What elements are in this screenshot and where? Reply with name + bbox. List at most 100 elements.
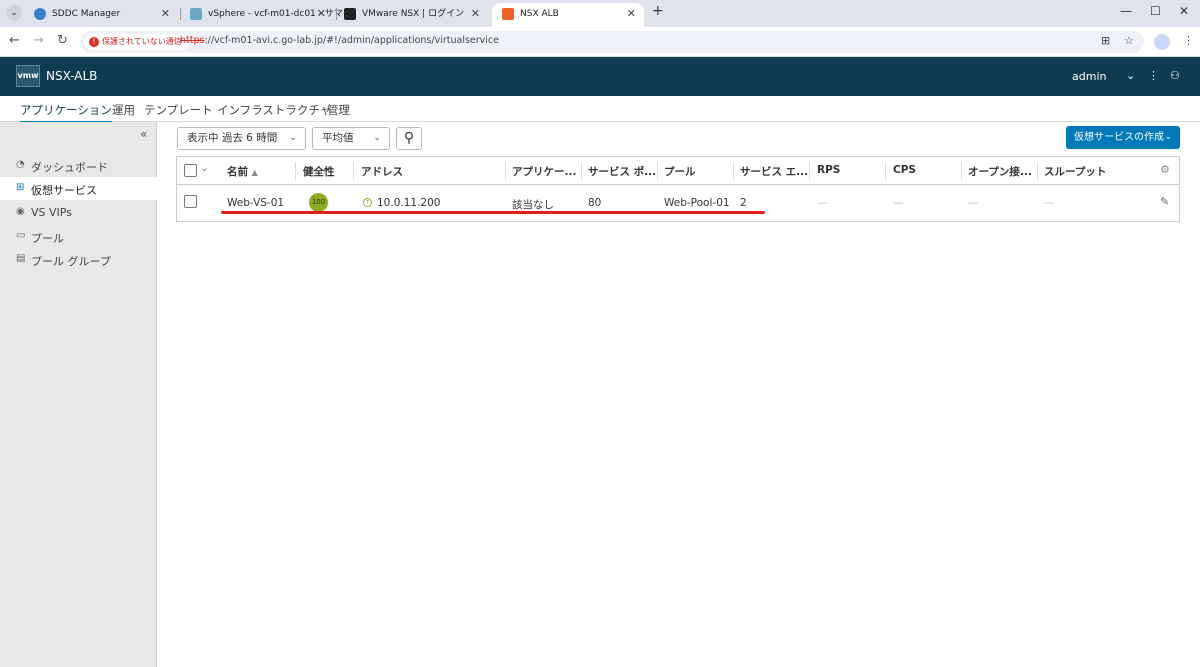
- nav-operations[interactable]: 運用: [112, 102, 135, 118]
- minimize-icon[interactable]: —: [1120, 4, 1132, 18]
- url-scheme: https: [180, 35, 205, 46]
- tab-search-chevron-icon[interactable]: ⌄: [6, 5, 22, 21]
- vsphere-favicon-icon: [190, 8, 202, 20]
- metric-mode-value: 平均値: [322, 132, 354, 144]
- sidebar-item-pool-groups[interactable]: ▤ プール グループ: [0, 248, 157, 271]
- vip-address[interactable]: 10.0.11.200: [377, 197, 440, 209]
- close-icon[interactable]: ✕: [471, 3, 480, 25]
- close-icon[interactable]: ✕: [161, 3, 170, 25]
- table-header: ⌄ 名前 ▲ 健全性 アドレス アプリケー... サービス ポ... プール サ…: [177, 157, 1179, 185]
- column-header-address[interactable]: アドレス: [361, 164, 403, 179]
- column-divider[interactable]: [505, 162, 506, 180]
- app-title: NSX-ALB: [46, 69, 98, 83]
- close-icon[interactable]: ✕: [317, 3, 326, 25]
- nav-administration[interactable]: 管理: [327, 102, 350, 118]
- column-divider[interactable]: [353, 162, 354, 180]
- nav-infrastructure[interactable]: インフラストラクチャ: [217, 102, 331, 118]
- column-divider[interactable]: [809, 162, 810, 180]
- column-divider[interactable]: [1037, 162, 1038, 180]
- service-engine-count: 2: [740, 197, 747, 209]
- health-score-badge[interactable]: 100: [309, 193, 328, 212]
- forward-arrow-icon[interactable]: →: [33, 33, 44, 48]
- window-close-icon[interactable]: ✕: [1179, 4, 1189, 18]
- user-name[interactable]: admin: [1072, 70, 1106, 83]
- nsx-favicon-icon: [344, 8, 356, 20]
- sidebar-item-label: プール グループ: [31, 255, 111, 268]
- chevron-down-icon: ⌄: [1164, 132, 1172, 142]
- back-arrow-icon[interactable]: ←: [9, 33, 20, 48]
- user-icon[interactable]: ⚇: [1170, 69, 1180, 82]
- sidebar-item-virtual-services[interactable]: ⊞ 仮想サービス: [0, 177, 157, 200]
- grid-icon: ⊞: [16, 182, 25, 193]
- row-select-checkbox[interactable]: [184, 195, 197, 208]
- collapse-sidebar-icon[interactable]: «: [140, 127, 147, 141]
- chevron-down-icon[interactable]: ⌄: [1126, 69, 1135, 82]
- url-text[interactable]: https://vcf-m01-avi.c.go-lab.jp/#!/admin…: [180, 35, 499, 46]
- tab-title: VMware NSX | ログイン: [362, 9, 465, 19]
- column-header-pool[interactable]: プール: [664, 164, 696, 179]
- column-header-rps[interactable]: RPS: [817, 164, 840, 176]
- column-divider[interactable]: [733, 162, 734, 180]
- nav-applications[interactable]: アプリケーション: [20, 102, 112, 123]
- drive-icon: ▭: [16, 230, 26, 241]
- sidebar-item-pools[interactable]: ▭ プール: [0, 225, 157, 248]
- tab-title: SDDC Manager: [52, 9, 121, 19]
- browser-tab-nsx[interactable]: VMware NSX | ログイン ✕: [334, 3, 488, 27]
- profile-avatar-icon[interactable]: [1154, 34, 1170, 50]
- column-header-service-port[interactable]: サービス ポ...: [588, 164, 656, 179]
- close-icon[interactable]: ✕: [627, 3, 636, 25]
- browser-tab-sddc[interactable]: SDDC Manager ✕: [24, 3, 178, 27]
- reload-icon[interactable]: ↻: [57, 33, 68, 48]
- open-connections-value: —: [968, 197, 979, 209]
- column-settings-gear-icon[interactable]: ⚙: [1160, 163, 1170, 176]
- vs-name-link[interactable]: Web-VS-01: [227, 197, 284, 209]
- address-bar[interactable]: ! 保護されていない通信 https://vcf-m01-avi.c.go-la…: [80, 31, 1144, 53]
- sidebar-item-vs-vips[interactable]: ◉ VS VIPs: [0, 201, 157, 224]
- security-chip[interactable]: ! 保護されていない通信: [84, 34, 190, 50]
- search-button[interactable]: ⚲: [396, 127, 422, 150]
- column-header-throughput[interactable]: スループット: [1044, 164, 1106, 179]
- rps-value: —: [817, 197, 828, 209]
- security-label: 保護されていない通信: [102, 37, 182, 46]
- column-header-cps[interactable]: CPS: [893, 164, 916, 176]
- main-nav: アプリケーション 運用 テンプレート インフラストラクチャ 管理: [0, 96, 1200, 123]
- bookmark-star-icon[interactable]: ☆: [1124, 34, 1134, 47]
- column-divider[interactable]: [885, 162, 886, 180]
- select-all-checkbox[interactable]: [184, 164, 197, 177]
- select-menu-chevron-icon[interactable]: ⌄: [200, 162, 209, 174]
- translate-icon[interactable]: ⊞: [1101, 34, 1110, 47]
- time-range-select[interactable]: 表示中 過去 6 時間 ⌄: [177, 127, 306, 150]
- new-tab-plus-icon[interactable]: +: [652, 3, 664, 19]
- alb-favicon-icon: [502, 8, 514, 20]
- column-divider[interactable]: [657, 162, 658, 180]
- sidebar-item-dashboard[interactable]: ◔ ダッシュボード: [0, 154, 157, 177]
- browser-menu-icon[interactable]: ⋮: [1183, 34, 1194, 47]
- column-header-health[interactable]: 健全性: [303, 164, 335, 179]
- pool-group-icon: ▤: [16, 253, 26, 264]
- browser-tab-nsx-alb[interactable]: NSX ALB ✕: [492, 3, 644, 27]
- chevron-down-icon: ⌄: [373, 133, 381, 143]
- create-virtual-service-button[interactable]: 仮想サービスの作成 ⌄: [1066, 126, 1180, 149]
- search-icon: ⚲: [403, 130, 415, 146]
- vip-up-arrow-icon: ↑: [363, 198, 372, 207]
- more-vertical-icon[interactable]: ⋮: [1148, 69, 1159, 82]
- column-divider[interactable]: [295, 162, 296, 180]
- pool-link[interactable]: Web-Pool-01: [664, 197, 730, 209]
- gauge-icon: ◔: [16, 159, 25, 170]
- cps-value: —: [893, 197, 904, 209]
- sidebar-item-label: ダッシュボード: [31, 161, 108, 174]
- time-range-value: 表示中 過去 6 時間: [187, 132, 278, 144]
- url-path: ://vcf-m01-avi.c.go-lab.jp/#!/admin/appl…: [204, 35, 499, 46]
- column-divider[interactable]: [961, 162, 962, 180]
- browser-tab-vsphere[interactable]: vSphere - vcf-m01-dc01 - サマリ ✕: [180, 3, 352, 27]
- column-divider[interactable]: [581, 162, 582, 180]
- column-header-open-connections[interactable]: オープン接...: [968, 164, 1032, 179]
- column-header-application[interactable]: アプリケー...: [512, 164, 576, 179]
- nav-templates[interactable]: テンプレート: [144, 102, 213, 118]
- metric-mode-select[interactable]: 平均値 ⌄: [312, 127, 390, 150]
- edit-pencil-icon[interactable]: ✎: [1160, 195, 1169, 208]
- sort-ascending-icon: ▲: [251, 168, 258, 177]
- maximize-icon[interactable]: ☐: [1150, 4, 1161, 18]
- column-header-service-engines[interactable]: サービス エ...: [740, 164, 808, 179]
- column-header-name[interactable]: 名前 ▲: [227, 164, 258, 179]
